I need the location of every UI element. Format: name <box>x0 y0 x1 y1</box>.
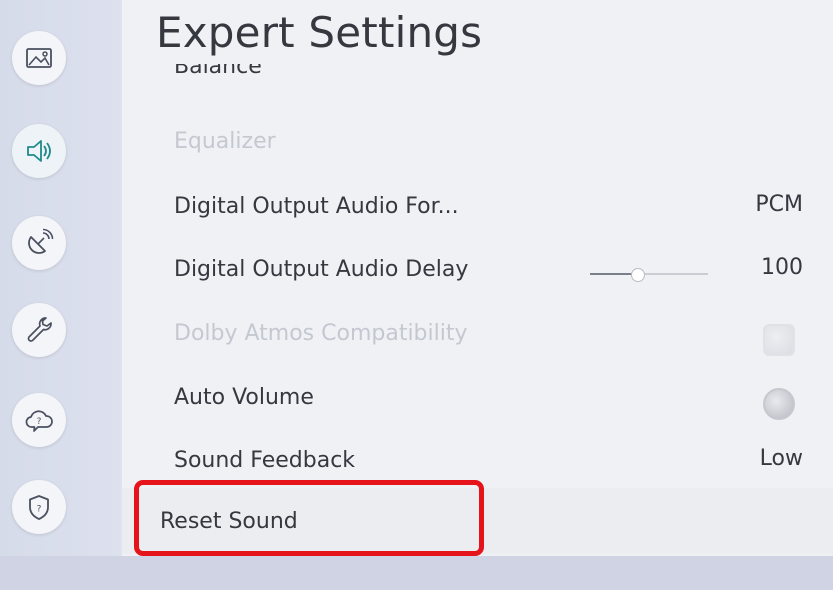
digital-output-format-label: Digital Output Audio For... <box>174 194 459 219</box>
dolby-atmos-toggle <box>763 324 795 356</box>
sound-icon <box>27 140 51 162</box>
auto-volume-toggle[interactable] <box>763 388 795 420</box>
sound-feedback-value: Low <box>759 446 803 471</box>
sidebar-item-privacy[interactable]: ? <box>12 480 66 534</box>
svg-text:?: ? <box>37 505 42 515</box>
sound-feedback-label: Sound Feedback <box>174 448 356 473</box>
bottom-strip <box>0 556 833 590</box>
svg-text:?: ? <box>37 417 42 427</box>
equalizer-label: Equalizer <box>174 129 276 154</box>
page-title: Expert Settings <box>156 8 483 57</box>
sidebar-item-broadcasting[interactable] <box>12 216 66 270</box>
delay-slider-knob[interactable] <box>631 268 646 282</box>
balance-label: Balance <box>174 64 262 79</box>
general-wrench-icon <box>27 317 52 342</box>
digital-output-delay-value: 100 <box>761 255 803 280</box>
sidebar-item-sound[interactable] <box>12 124 66 178</box>
picture-icon <box>26 48 52 68</box>
menu-item-equalizer: Equalizer <box>122 117 833 173</box>
menu-item-digital-output-delay[interactable]: Digital Output Audio Delay 100 <box>122 245 833 301</box>
menu-item-auto-volume[interactable]: Auto Volume <box>122 373 833 429</box>
reset-sound-highlight <box>134 480 484 556</box>
sidebar-item-support[interactable]: ? <box>12 393 66 447</box>
digital-output-format-value: PCM <box>755 192 803 217</box>
sidebar: ? ? <box>0 0 120 590</box>
delay-slider-fill <box>590 273 638 275</box>
menu-item-balance[interactable]: Balance <box>174 64 374 86</box>
delay-slider[interactable] <box>590 268 708 282</box>
auto-volume-label: Auto Volume <box>174 385 314 410</box>
menu-item-dolby-atmos: Dolby Atmos Compatibility <box>122 309 833 365</box>
support-cloud-icon: ? <box>25 410 53 432</box>
digital-output-delay-label: Digital Output Audio Delay <box>174 257 469 282</box>
dolby-atmos-label: Dolby Atmos Compatibility <box>174 321 468 346</box>
menu-item-digital-output-format[interactable]: Digital Output Audio For... PCM <box>122 182 833 238</box>
sidebar-item-general[interactable] <box>12 303 66 357</box>
sidebar-item-picture[interactable] <box>12 31 66 85</box>
privacy-shield-icon: ? <box>29 495 49 520</box>
broadcasting-icon <box>28 228 54 254</box>
